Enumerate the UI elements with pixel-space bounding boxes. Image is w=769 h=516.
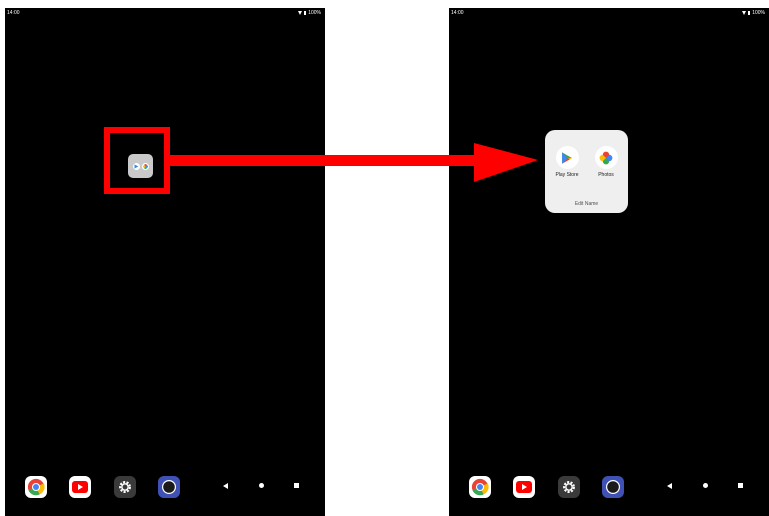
back-button[interactable]	[667, 483, 672, 489]
chrome-app-icon[interactable]	[469, 476, 491, 498]
edit-name-field[interactable]: Edit Name	[545, 201, 628, 207]
chrome-icon	[471, 478, 489, 496]
play-store-app[interactable]: Play Store	[551, 146, 583, 178]
recents-button[interactable]	[294, 483, 299, 488]
chrome-app-icon[interactable]	[25, 476, 47, 498]
youtube-app-icon[interactable]	[69, 476, 91, 498]
gear-icon	[563, 481, 575, 493]
settings-app-icon[interactable]	[558, 476, 580, 498]
circle-icon	[606, 480, 620, 494]
wifi-icon	[298, 11, 303, 15]
youtube-app-icon[interactable]	[513, 476, 535, 498]
status-bar: 14:00 100%	[449, 8, 769, 18]
circle-app-icon[interactable]	[602, 476, 624, 498]
battery-level: 100%	[308, 10, 321, 16]
dock	[5, 474, 325, 504]
status-time: 14:00	[451, 10, 464, 16]
recents-button[interactable]	[738, 483, 743, 488]
home-button[interactable]	[259, 483, 264, 488]
youtube-icon	[72, 481, 88, 493]
app-folder-open: Play Store Photos Edit Name	[545, 130, 628, 213]
status-icons: 100%	[298, 8, 321, 18]
battery-icon	[748, 11, 751, 15]
dock	[449, 474, 769, 504]
status-icons: 100%	[742, 8, 765, 18]
circle-app-icon[interactable]	[158, 476, 180, 498]
back-button[interactable]	[223, 483, 228, 489]
wifi-icon	[742, 11, 747, 15]
chrome-icon	[27, 478, 45, 496]
battery-level: 100%	[752, 10, 765, 16]
status-bar: 14:00 100%	[5, 8, 325, 18]
gear-icon	[119, 481, 131, 493]
youtube-icon	[516, 481, 532, 493]
left-phone-screen: 14:00 100%	[5, 8, 325, 516]
photos-pinwheel-icon	[594, 146, 618, 169]
circle-icon	[162, 480, 176, 494]
status-time: 14:00	[7, 10, 20, 16]
settings-app-icon[interactable]	[114, 476, 136, 498]
play-store-label: Play Store	[555, 172, 579, 178]
battery-icon	[304, 11, 307, 15]
home-button[interactable]	[703, 483, 708, 488]
right-phone-screen: 14:00 100% Play Store Photos Edit Name	[449, 8, 769, 516]
photos-label: Photos	[598, 172, 614, 178]
photos-app[interactable]: Photos	[590, 146, 622, 178]
highlight-box	[104, 127, 170, 194]
play-store-icon	[555, 146, 579, 169]
